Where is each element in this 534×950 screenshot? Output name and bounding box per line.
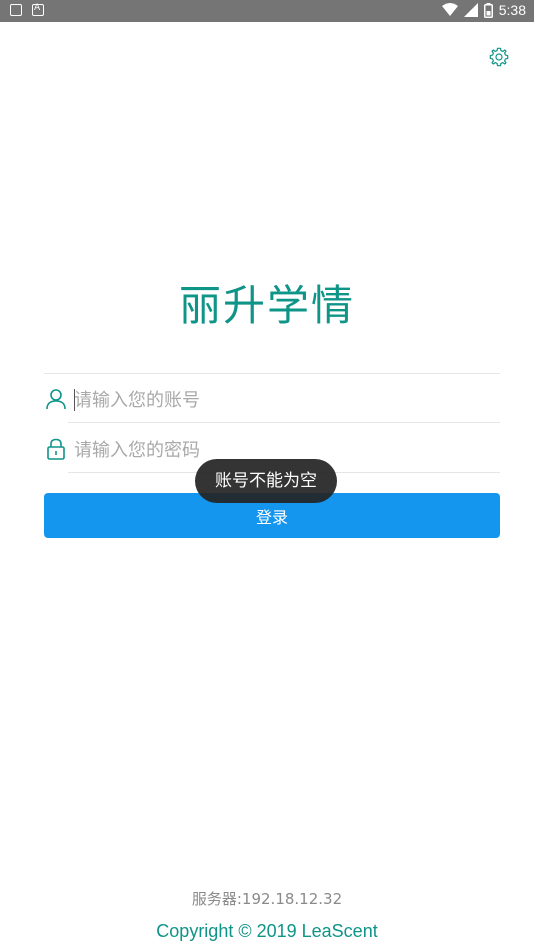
wifi-icon — [441, 3, 458, 16]
form-top-divider — [44, 373, 500, 374]
a-icon — [32, 3, 44, 16]
lock-icon — [47, 438, 65, 460]
account-input[interactable] — [74, 385, 494, 415]
login-screen: 5:38 丽升学情 登录 账号不能为空 服务器:192.18.12.32 Cop… — [0, 0, 534, 950]
status-indicators: 5:38 — [441, 2, 526, 18]
settings-gear-icon[interactable] — [488, 46, 510, 68]
status-bar: 5:38 — [0, 0, 534, 22]
text-cursor — [74, 389, 75, 411]
account-field[interactable] — [44, 381, 500, 421]
user-icon — [46, 389, 66, 410]
copyright-text: Copyright © 2019 LeaScent — [156, 921, 378, 941]
app-title: 丽升学情 — [178, 281, 355, 330]
status-notifications — [10, 3, 44, 16]
status-time: 5:38 — [498, 2, 526, 18]
server-address: 服务器:192.18.12.32 — [191, 890, 343, 908]
battery-icon — [483, 2, 493, 18]
notification-icon — [10, 4, 22, 16]
signal-icon — [463, 3, 478, 17]
account-divider — [68, 422, 500, 423]
toast-message: 账号不能为空 — [195, 459, 337, 503]
